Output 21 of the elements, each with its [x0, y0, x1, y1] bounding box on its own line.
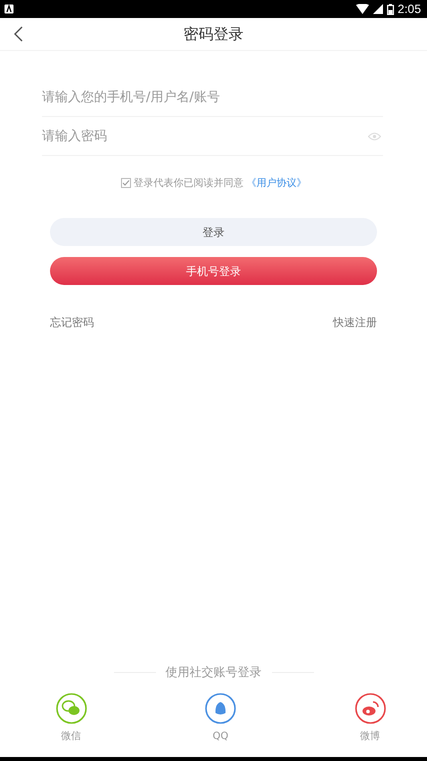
signal-icon: [372, 4, 383, 14]
status-time: 2:05: [398, 2, 421, 16]
chat-bubbles-icon[interactable]: [56, 693, 86, 724]
agreement-text: 登录代表你已阅读并同意: [134, 176, 244, 190]
login-button[interactable]: 登录: [50, 218, 377, 246]
back-icon[interactable]: [13, 26, 23, 42]
forgot-password-link[interactable]: 忘记密码: [50, 315, 94, 330]
notification-icon: [4, 4, 14, 14]
social-label: 微博: [360, 730, 380, 744]
social-login-heading: 使用社交账号登录: [166, 664, 262, 681]
account-field[interactable]: 请输入您的手机号/用户名/账号: [42, 90, 381, 104]
register-link[interactable]: 快速注册: [333, 315, 377, 330]
password-field[interactable]: 请输入密码: [42, 128, 368, 144]
phone-login-button[interactable]: 手机号登录: [50, 257, 377, 285]
social-label: 微信: [61, 730, 81, 744]
battery-icon: [386, 4, 394, 14]
checkbox[interactable]: [120, 178, 130, 188]
social-label: QQ: [212, 730, 228, 744]
wifi-icon: [356, 4, 369, 14]
page-title: 密码登录: [184, 24, 244, 44]
agreement-link[interactable]: 《用户协议》: [246, 176, 306, 190]
